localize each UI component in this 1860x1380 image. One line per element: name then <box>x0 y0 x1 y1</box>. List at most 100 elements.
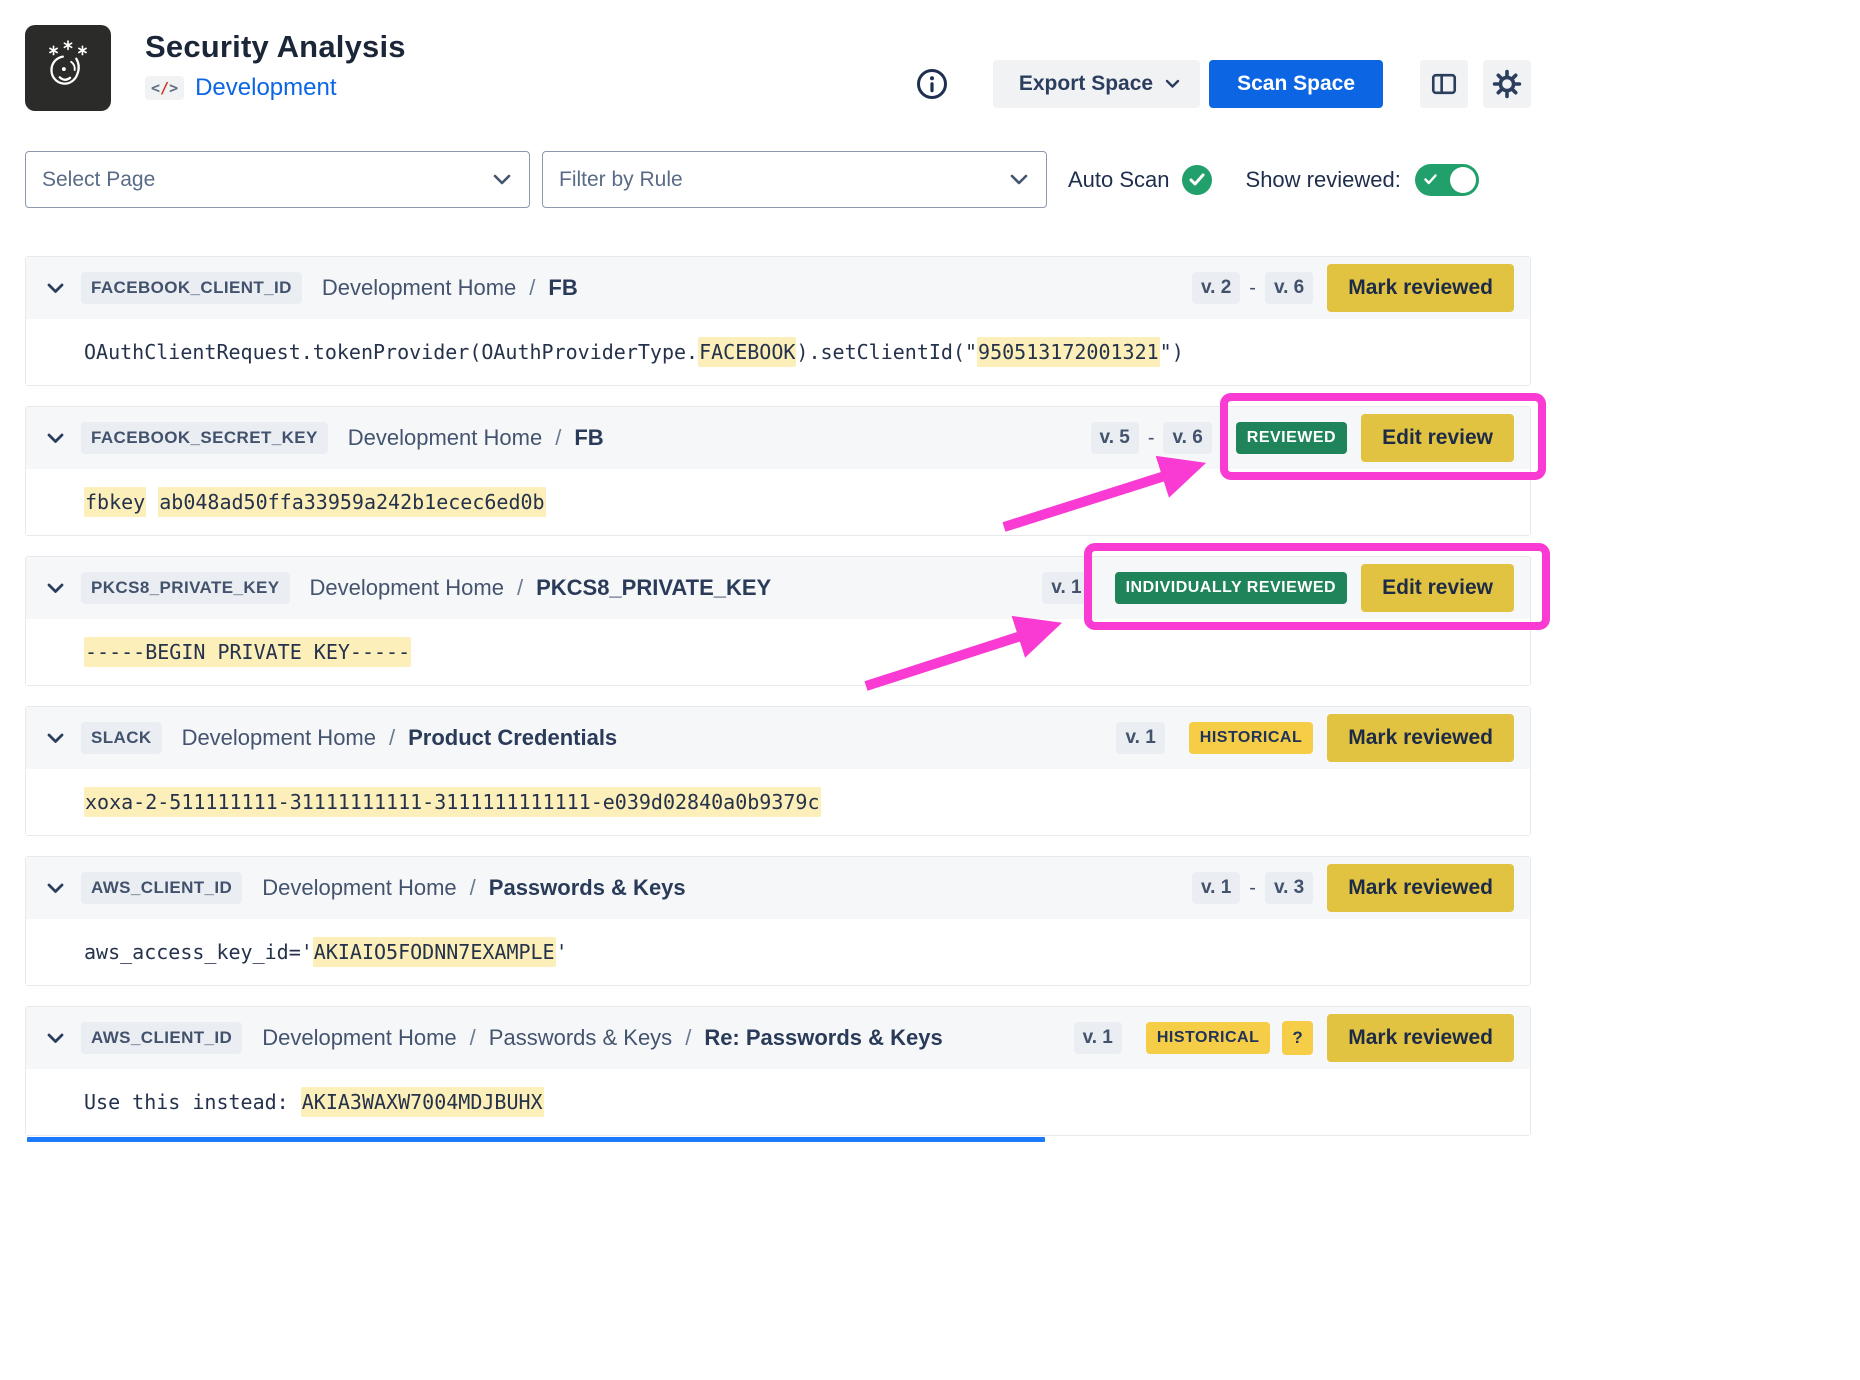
info-icon[interactable] <box>915 67 949 101</box>
expand-chevron-icon[interactable] <box>47 583 64 594</box>
rule-badge: AWS_CLIENT_ID <box>81 1022 242 1054</box>
action-button[interactable]: Mark reviewed <box>1327 1014 1514 1062</box>
breadcrumb-separator: / <box>470 875 476 901</box>
status-badges: HISTORICAL? <box>1146 1021 1313 1055</box>
app-header: Security Analysis </> Development Export… <box>25 25 1531 111</box>
action-button[interactable]: Edit review <box>1361 414 1514 462</box>
version-badge: v. 1 <box>1042 572 1090 604</box>
expand-chevron-icon[interactable] <box>47 1033 64 1044</box>
status-badges: INDIVIDUALLY REVIEWED <box>1115 572 1348 604</box>
breadcrumb-item[interactable]: Development Home <box>322 275 516 301</box>
cut-off-element <box>27 1137 1045 1142</box>
filter-by-rule-dropdown[interactable]: Filter by Rule <box>542 151 1047 208</box>
version-badge: v. 2 <box>1192 272 1240 304</box>
scan-space-button[interactable]: Scan Space <box>1209 60 1383 108</box>
breadcrumb-item[interactable]: PKCS8_PRIVATE_KEY <box>536 575 771 601</box>
breadcrumb: Development Home / Passwords & Keys <box>262 875 685 901</box>
finding-card: SLACK Development Home/Product Credentia… <box>25 706 1531 836</box>
breadcrumb-item[interactable]: Development Home <box>262 875 456 901</box>
gear-icon <box>1492 69 1522 99</box>
status-badge: REVIEWED <box>1236 422 1347 454</box>
secret-highlight: AKIA3WAXW7004MDJBUHX <box>301 1087 544 1117</box>
show-reviewed-toggle[interactable] <box>1415 164 1479 196</box>
help-badge[interactable]: ? <box>1282 1021 1313 1055</box>
rule-badge: PKCS8_PRIVATE_KEY <box>81 572 290 604</box>
status-badges: HISTORICAL <box>1189 722 1313 754</box>
breadcrumb-separator: / <box>470 1025 476 1051</box>
code-snippet: Use this instead: AKIA3WAXW7004MDJBUHX <box>84 1090 544 1114</box>
panel-layout-icon <box>1430 70 1458 98</box>
action-button[interactable]: Mark reviewed <box>1327 264 1514 312</box>
finding-header: SLACK Development Home/Product Credentia… <box>26 707 1530 769</box>
expand-chevron-icon[interactable] <box>47 433 64 444</box>
version-badge: v. 6 <box>1265 272 1313 304</box>
version-badge: v. 6 <box>1163 422 1211 454</box>
version-badge: v. 5 <box>1091 422 1139 454</box>
breadcrumb-item[interactable]: Development Home <box>262 1025 456 1051</box>
action-button[interactable]: Mark reviewed <box>1327 714 1514 762</box>
version-separator: - <box>1148 427 1155 450</box>
breadcrumb-item[interactable]: Development Home <box>348 425 542 451</box>
finding-body: aws_access_key_id='AKIAIO5FODNN7EXAMPLE' <box>26 919 1530 985</box>
rule-badge: AWS_CLIENT_ID <box>81 872 242 904</box>
show-reviewed-label: Show reviewed: <box>1246 167 1401 193</box>
page-title: Security Analysis <box>145 29 406 65</box>
space-link[interactable]: Development <box>195 74 336 102</box>
action-button[interactable]: Edit review <box>1361 564 1514 612</box>
breadcrumb-item[interactable]: FB <box>574 425 603 451</box>
finding-card: FACEBOOK_SECRET_KEY Development Home/FB … <box>25 406 1531 536</box>
secret-highlight: AKIAIO5FODNN7EXAMPLE <box>313 937 556 967</box>
status-badge: HISTORICAL <box>1146 1022 1270 1054</box>
action-button[interactable]: Mark reviewed <box>1327 864 1514 912</box>
breadcrumb-item[interactable]: Development Home <box>310 575 504 601</box>
finding-card: AWS_CLIENT_ID Development Home / Passwords… <box>25 856 1531 986</box>
breadcrumb-item[interactable]: Re: Passwords & Keys <box>704 1025 942 1051</box>
breadcrumb-item[interactable]: Passwords & Keys <box>489 1025 672 1051</box>
breadcrumb-item[interactable]: Development Home <box>182 725 376 751</box>
code-space-icon: </> <box>145 76 184 100</box>
select-page-dropdown[interactable]: Select Page <box>25 151 530 208</box>
breadcrumb-item[interactable]: Passwords & Keys <box>489 875 686 901</box>
breadcrumb-item[interactable]: FB <box>548 275 577 301</box>
expand-chevron-icon[interactable] <box>47 283 64 294</box>
breadcrumb-separator: / <box>685 1025 691 1051</box>
expand-chevron-icon[interactable] <box>47 883 64 894</box>
export-space-button[interactable]: Export Space <box>993 60 1200 108</box>
space-row: </> Development <box>145 74 406 102</box>
breadcrumb-separator: / <box>555 425 561 451</box>
version-range: v. 5-v. 6 <box>1091 422 1212 454</box>
version-badge: v. 1 <box>1116 722 1164 754</box>
finding-card: PKCS8_PRIVATE_KEY Development Home / PKCS8… <box>25 556 1531 686</box>
code-snippet: xoxa-2-511111111-31111111111-31111111111… <box>84 790 821 814</box>
code-text: ' <box>556 940 568 964</box>
chevron-down-icon <box>493 174 511 185</box>
detail-view-button[interactable] <box>1420 60 1468 108</box>
rule-badge: FACEBOOK_CLIENT_ID <box>81 272 302 304</box>
version-separator: - <box>1249 877 1256 900</box>
title-block: Security Analysis </> Development <box>145 25 406 111</box>
code-text: aws_access_key_id=' <box>84 940 313 964</box>
breadcrumb: Development Home / PKCS8_PRIVATE_KEY <box>310 575 772 601</box>
chevron-down-icon <box>1010 174 1028 185</box>
version-separator: - <box>1249 277 1256 300</box>
breadcrumb: Development Home/FB <box>322 275 578 301</box>
version-range: v. 1-v. 3 <box>1192 872 1313 904</box>
expand-chevron-icon[interactable] <box>47 733 64 744</box>
secret-highlight: -----BEGIN PRIVATE KEY----- <box>84 637 411 667</box>
finding-header: FACEBOOK_CLIENT_ID Development Home/FB v… <box>26 257 1530 319</box>
version-range: v. 1 <box>1074 1022 1122 1054</box>
page: Security Analysis </> Development Export… <box>25 0 1531 1136</box>
breadcrumb-separator: / <box>389 725 395 751</box>
breadcrumb-item[interactable]: Product Credentials <box>408 725 617 751</box>
finding-header: PKCS8_PRIVATE_KEY Development Home / PKCS8… <box>26 557 1530 619</box>
status-badge: INDIVIDUALLY REVIEWED <box>1115 572 1348 604</box>
code-snippet: fbkey ab048ad50ffa33959a242b1ecec6ed0b <box>84 490 546 514</box>
secret-highlight: FACEBOOK <box>698 337 796 367</box>
settings-button[interactable] <box>1483 60 1531 108</box>
version-range: v. 1 <box>1042 572 1090 604</box>
secret-highlight: 950513172001321 <box>977 337 1160 367</box>
breadcrumb-separator: / <box>517 575 523 601</box>
status-badge: HISTORICAL <box>1189 722 1313 754</box>
show-reviewed-control: Show reviewed: <box>1246 164 1479 196</box>
finding-body: fbkey ab048ad50ffa33959a242b1ecec6ed0b <box>26 469 1530 535</box>
